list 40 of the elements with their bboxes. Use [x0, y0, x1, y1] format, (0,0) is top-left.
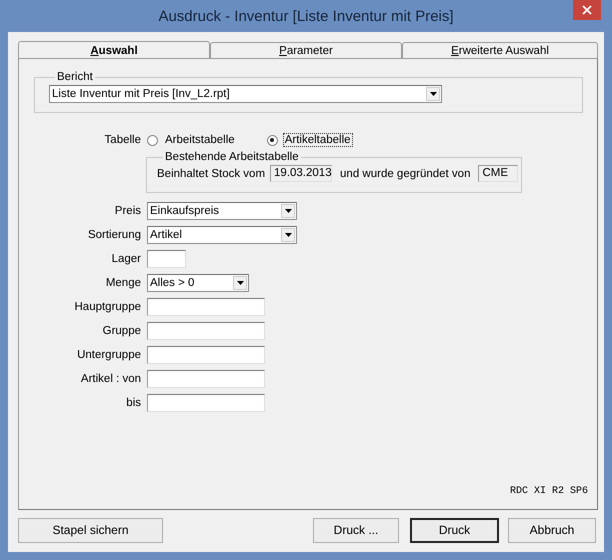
dialog-button[interactable]: Abbruch: [508, 518, 596, 542]
field-label: Sortierung: [86, 229, 141, 241]
date-field: 19.03.2013: [270, 165, 332, 182]
tab[interactable]: Erweiterte Auswahl: [402, 42, 598, 58]
dialog-button[interactable]: Druck ...: [313, 518, 399, 542]
field-label: Tabelle: [104, 134, 141, 146]
radio-icon: [147, 134, 158, 146]
dropdown[interactable]: Einkaufspreis: [147, 202, 297, 220]
tab[interactable]: Parameter: [210, 42, 402, 58]
report-dropdown[interactable]: Liste Inventur mit Preis [Inv_L2.rpt]: [49, 85, 442, 103]
group-label: Bestehende Arbeitstabelle: [164, 151, 300, 163]
field-label: Preis: [114, 205, 141, 217]
info-text: Beinhaltet Stock vom: [157, 168, 266, 180]
radio-icon: [266, 134, 278, 146]
field-label: Hauptgruppe: [74, 301, 141, 313]
dialog-button[interactable]: Druck: [410, 518, 499, 542]
dropdown[interactable]: Alles > 0: [147, 274, 249, 292]
window-title: Ausdruck - Inventur [Liste Inventur mit Preis]: [158, 8, 454, 24]
user-field: CME: [478, 165, 518, 182]
input-field[interactable]: [147, 250, 186, 268]
input-field[interactable]: [147, 298, 265, 316]
input-field[interactable]: [147, 370, 265, 388]
group-label: Bericht: [56, 71, 94, 83]
input-field[interactable]: [147, 322, 265, 340]
field-label: Lager: [110, 253, 141, 265]
close-icon: [582, 5, 592, 15]
close-button[interactable]: [573, 0, 601, 20]
field-label: Untergruppe: [76, 349, 141, 361]
tab[interactable]: Auswahl: [18, 41, 210, 59]
input-field[interactable]: [147, 346, 265, 364]
radio-option[interactable]: Arbeitstabelle: [147, 133, 237, 147]
input-field[interactable]: [147, 394, 265, 412]
info-text: und wurde gegründet von: [340, 168, 470, 180]
field-label: Menge: [104, 277, 141, 289]
version-text: RDC XI R2 SP6: [510, 486, 588, 497]
field-label: Gruppe: [102, 325, 141, 337]
field-label: Artikel : von: [80, 373, 141, 385]
field-label: bis: [125, 397, 141, 409]
dialog-button[interactable]: Stapel sichern: [18, 518, 163, 542]
dropdown[interactable]: Artikel: [147, 226, 297, 244]
